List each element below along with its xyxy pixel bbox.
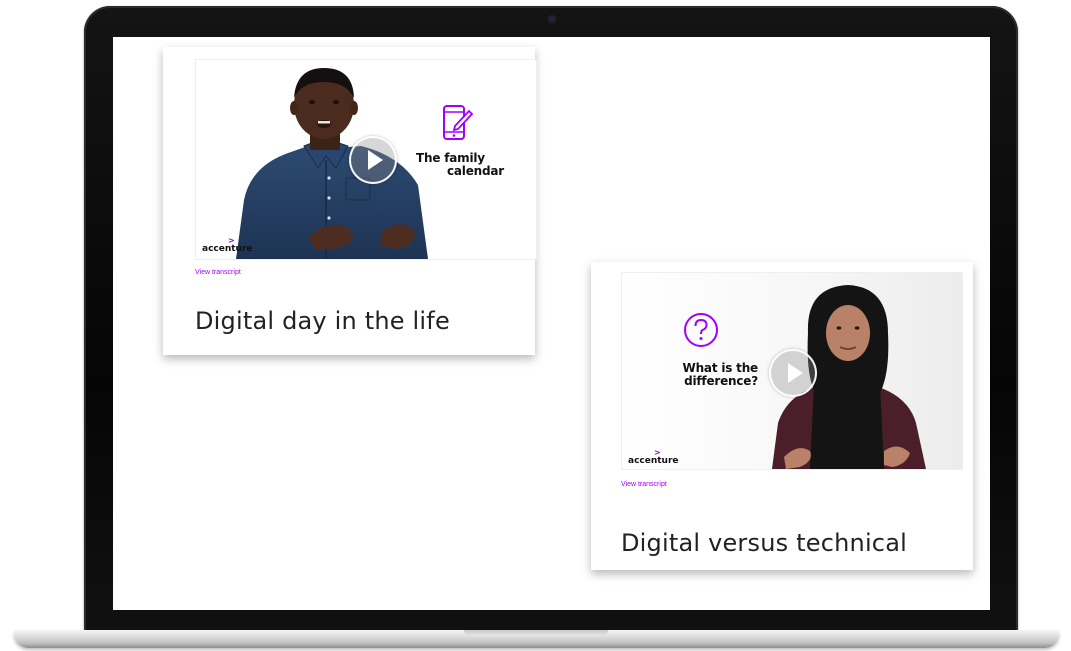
view-transcript-link[interactable]: View transcript — [621, 481, 667, 488]
play-icon — [788, 363, 803, 383]
brand-chevron-icon: > — [654, 448, 661, 457]
play-button[interactable] — [349, 136, 397, 184]
play-button[interactable] — [769, 349, 817, 397]
brand-label: accenture — [202, 244, 253, 254]
video-player[interactable]: What is the difference? > accenture — [621, 272, 963, 470]
video-headline: The family calendar — [416, 152, 511, 178]
headline-line-2: calendar — [447, 164, 505, 178]
video-headline: What is the difference? — [658, 362, 759, 388]
view-transcript-link[interactable]: View transcript — [195, 269, 241, 276]
question-circle-icon — [684, 313, 718, 347]
video-card-digital-day: The family calendar > accenture View tra… — [163, 47, 537, 355]
laptop-screen: The family calendar > accenture View tra… — [113, 37, 990, 610]
video-player[interactable]: The family calendar > accenture — [195, 59, 537, 260]
laptop-mockup: The family calendar > accenture View tra… — [0, 0, 1071, 651]
video-card-digital-vs-technical: What is the difference? > accenture View… — [591, 262, 973, 570]
card-title: Digital versus technical — [621, 529, 907, 557]
headline-line-1: The family — [416, 151, 485, 165]
accenture-logo: > accenture — [202, 236, 253, 254]
headline-line-2: difference? — [684, 374, 758, 388]
laptop-base-notch — [464, 630, 608, 636]
brand-chevron-icon: > — [228, 236, 235, 245]
play-icon — [368, 150, 383, 170]
accenture-logo: > accenture — [628, 448, 679, 466]
card-title: Digital day in the life — [195, 307, 450, 335]
brand-label: accenture — [628, 456, 679, 466]
webcam-icon — [549, 16, 555, 22]
phone-edit-icon — [443, 105, 474, 140]
